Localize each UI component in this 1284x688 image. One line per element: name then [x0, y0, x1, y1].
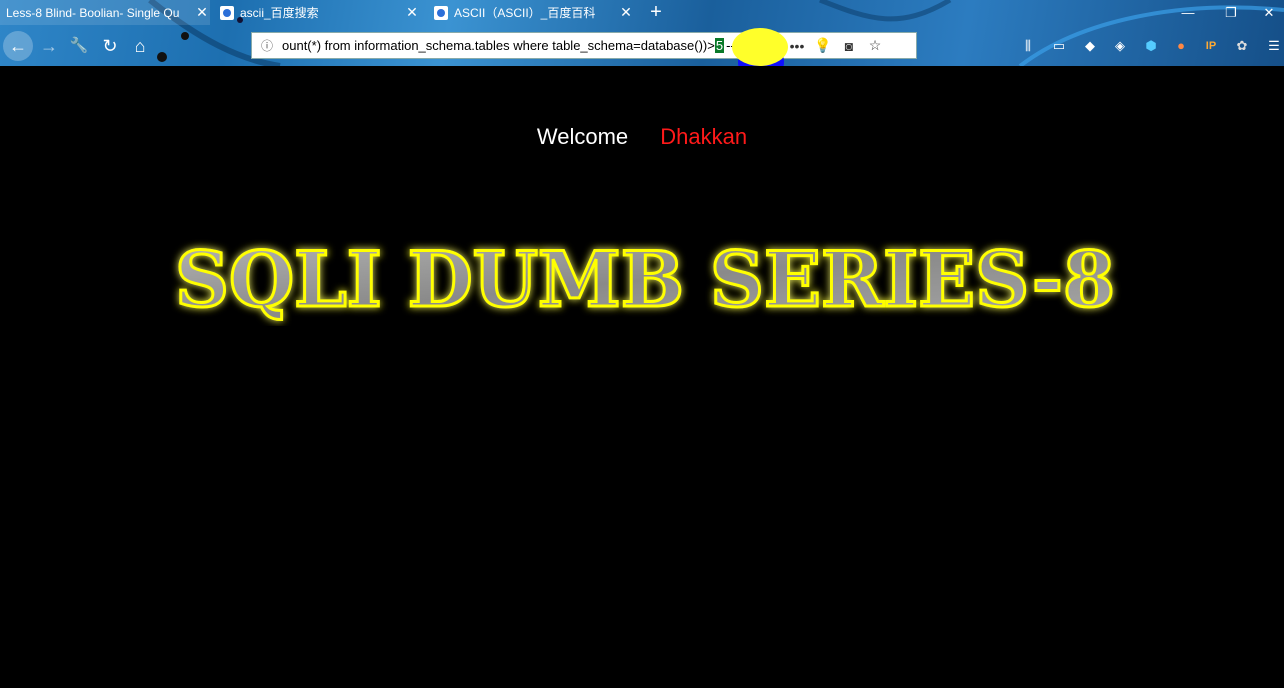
- url-selected-text: 5: [714, 38, 725, 53]
- welcome-name: Dhakkan: [660, 124, 748, 149]
- cursor-highlight: [732, 28, 788, 66]
- extension-hex-icon[interactable]: ⬢: [1143, 38, 1159, 54]
- minimize-button[interactable]: —: [1173, 0, 1203, 25]
- url-bar[interactable]: ⓘ ount(*) from information_schema.tables…: [251, 32, 917, 59]
- url-query-text: ount(*) from information_schema.tables w…: [282, 38, 715, 53]
- pocket-icon[interactable]: ◙: [836, 38, 862, 54]
- sqli-dumb-series-banner: SQLI DUMB SERIES-8: [174, 236, 1117, 326]
- welcome-label: Welcome: [536, 124, 629, 149]
- restore-button[interactable]: ❐: [1216, 0, 1246, 25]
- wrench-icon[interactable]: 🔧: [66, 33, 92, 59]
- baidu-favicon-icon: [434, 5, 448, 20]
- forward-button[interactable]: →: [36, 33, 62, 59]
- tab-less-8[interactable]: Less-8 Blind- Boolian- Single Qu ✕: [0, 0, 210, 25]
- back-button[interactable]: ←: [3, 31, 33, 61]
- close-tab-icon[interactable]: ✕: [194, 4, 210, 21]
- lightbulb-icon[interactable]: 💡: [810, 37, 836, 54]
- extension-gem-icon[interactable]: ◆: [1082, 38, 1098, 54]
- tab-strip: Less-8 Blind- Boolian- Single Qu ✕ ascii…: [0, 0, 1284, 25]
- new-tab-button[interactable]: +: [646, 0, 666, 25]
- close-tab-icon[interactable]: ✕: [404, 4, 420, 21]
- tab-title: ASCII（ASCII）_百度百科: [454, 6, 596, 20]
- welcome-line: Welcome Dhakkan: [0, 124, 1284, 150]
- tab-title: Less-8 Blind- Boolian- Single Qu: [6, 5, 180, 20]
- extension-ball-icon[interactable]: ●: [1173, 38, 1189, 54]
- baidu-favicon-icon: [220, 5, 234, 20]
- extension-gear-icon[interactable]: ✿: [1234, 38, 1250, 54]
- banner-text: SQLI DUMB SERIES-8: [175, 236, 1115, 324]
- tab-title: ascii_百度搜索: [240, 6, 319, 20]
- extension-shield-icon[interactable]: ◈: [1112, 38, 1128, 54]
- close-window-button[interactable]: ✕: [1254, 0, 1284, 25]
- home-button[interactable]: ⌂: [127, 33, 153, 59]
- sidebar-icon[interactable]: ▭: [1051, 38, 1067, 54]
- library-icon[interactable]: ⫼: [1020, 38, 1036, 54]
- tab-ascii-baike[interactable]: ASCII（ASCII）_百度百科 ✕: [434, 0, 634, 25]
- tab-ascii-search[interactable]: ascii_百度搜索 ✕: [220, 0, 420, 25]
- extension-ip-icon[interactable]: IP: [1203, 38, 1219, 54]
- bookmark-star-icon[interactable]: ☆: [862, 37, 888, 54]
- url-text[interactable]: ount(*) from information_schema.tables w…: [282, 38, 752, 53]
- browser-chrome: Less-8 Blind- Boolian- Single Qu ✕ ascii…: [0, 0, 1284, 66]
- info-icon[interactable]: ⓘ: [252, 37, 282, 54]
- close-tab-icon[interactable]: ✕: [618, 4, 634, 21]
- reload-button[interactable]: ↻: [97, 33, 123, 59]
- menu-icon[interactable]: ☰: [1266, 38, 1282, 54]
- navigation-toolbar: ← → 🔧 ↻ ⌂ ⓘ ount(*) from information_sch…: [0, 27, 1284, 65]
